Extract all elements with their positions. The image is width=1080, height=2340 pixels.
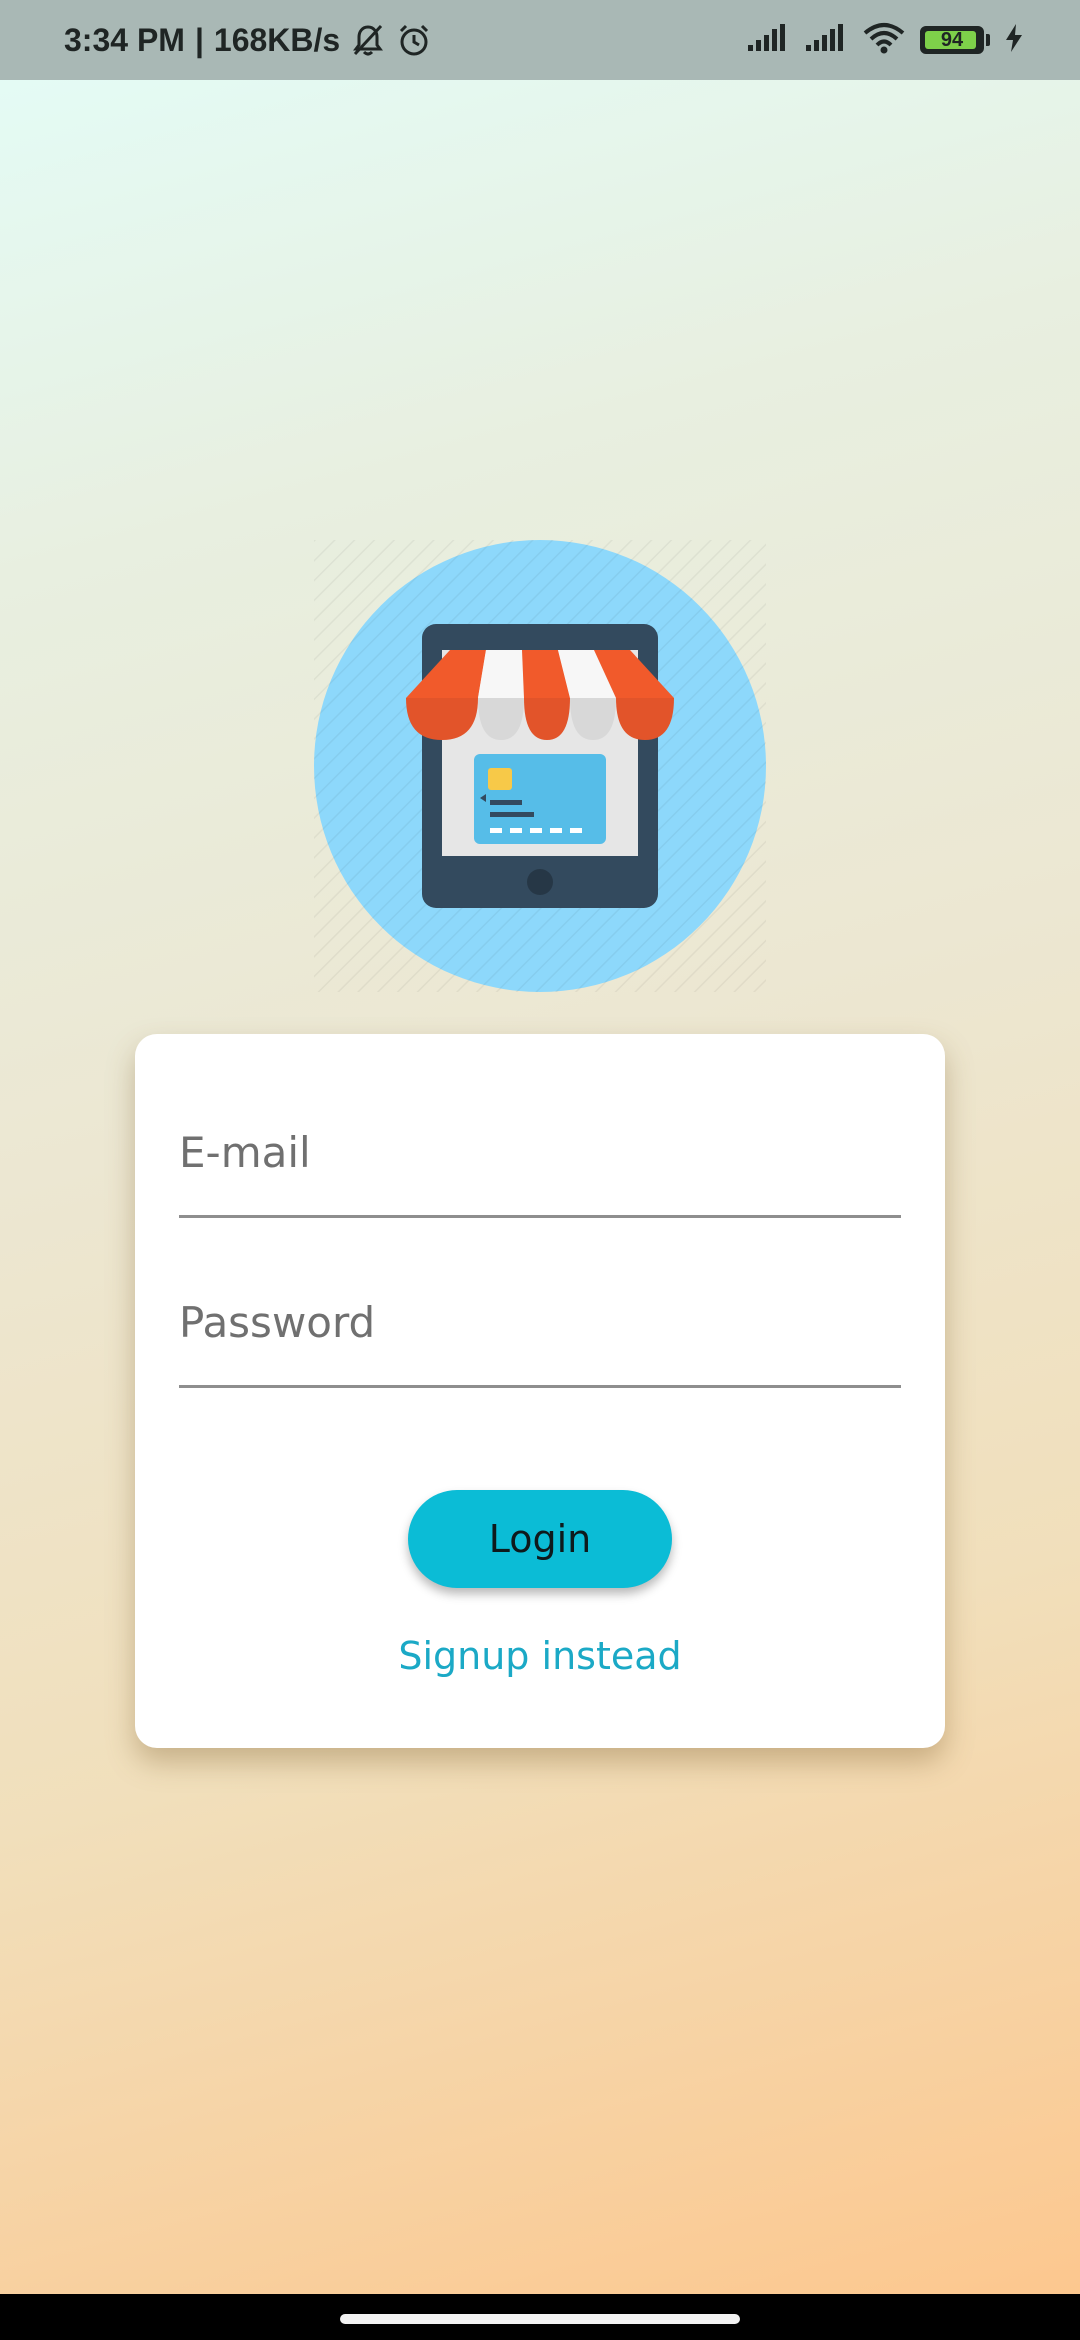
status-separator: |: [194, 21, 204, 58]
status-bar: 3:34 PM | 168KB/s 94: [0, 0, 1080, 80]
navigation-bar: [0, 2294, 1080, 2340]
signup-link[interactable]: Signup instead: [135, 1634, 945, 1678]
wifi-icon: [862, 21, 906, 59]
home-indicator[interactable]: [340, 2314, 740, 2324]
charging-icon: [1004, 23, 1024, 57]
battery-icon: 94: [920, 26, 984, 54]
bell-muted-icon: [350, 22, 386, 58]
email-input[interactable]: [179, 1114, 901, 1215]
signal-icon: [746, 23, 790, 57]
signal-icon: [804, 23, 848, 57]
alarm-icon: [396, 22, 432, 58]
password-field[interactable]: [179, 1284, 901, 1388]
login-button[interactable]: Login: [408, 1490, 672, 1588]
status-time: 3:34 PM: [64, 21, 185, 58]
login-card: Login Signup instead: [135, 1034, 945, 1748]
battery-tip: [986, 34, 990, 46]
status-right: 94: [746, 0, 1024, 80]
login-screen: 3:34 PM | 168KB/s 94 E-mail Login Signup…: [0, 0, 1080, 2340]
password-input[interactable]: [179, 1284, 901, 1385]
store-tablet-icon: [314, 540, 766, 992]
battery-level: 94: [940, 28, 964, 51]
email-field[interactable]: [179, 1114, 901, 1218]
status-left: 3:34 PM | 168KB/s: [64, 0, 432, 80]
network-speed: 168KB/s: [213, 21, 341, 58]
